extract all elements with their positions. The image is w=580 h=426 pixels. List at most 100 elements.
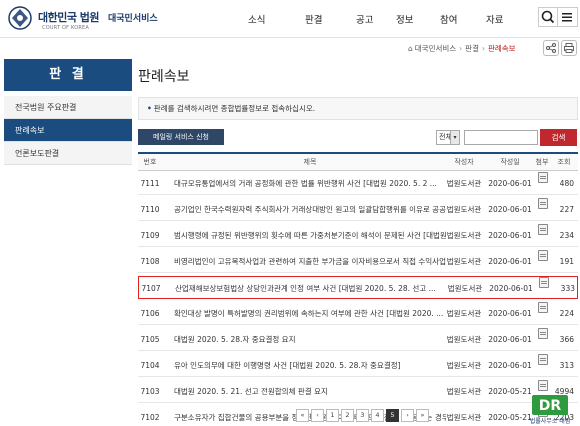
row-author: 법원도서관 <box>446 387 482 396</box>
attachment-icon[interactable] <box>538 380 548 391</box>
home-icon[interactable]: ⌂ <box>408 44 413 53</box>
row-date: 2020-06-01 <box>488 179 532 188</box>
attachment-icon[interactable] <box>538 354 548 365</box>
breadcrumb-current: 판례속보 <box>487 44 516 53</box>
mailing-service-button[interactable]: 메일링 서비스 신청 <box>138 129 224 145</box>
row-date: 2020-06-01 <box>488 335 532 344</box>
nav-info[interactable]: 정보 <box>396 12 413 26</box>
attachment-icon[interactable] <box>538 172 548 183</box>
page-button[interactable]: 4 <box>371 409 384 422</box>
col-header-number: 번호 <box>143 158 157 166</box>
logo-title[interactable]: 대한민국 법원 <box>38 9 100 25</box>
row-views: 313 <box>559 361 574 370</box>
search-submit-button[interactable]: 검색 <box>540 129 577 146</box>
breadcrumb-item[interactable]: 대국민서비스 <box>415 44 456 53</box>
col-header-author: 작성자 <box>454 158 474 166</box>
row-title-link[interactable]: 대법원 2020. 5. 21. 선고 전원합의체 판결 요지 <box>174 380 446 403</box>
sidebar-title: 판 결 <box>4 59 132 91</box>
row-title-link[interactable]: 공기업인 한국수력원자력 주식회사가 거래상대방인 원고의 일괄담합행위를 이유… <box>174 198 446 221</box>
row-title-link[interactable]: 유아 인도의무에 대한 이행명령 사건 [대법원 2020. 5. 28.자 중… <box>174 354 446 377</box>
row-date: 2020-06-01 <box>488 205 532 214</box>
page-button[interactable]: 3 <box>356 409 369 422</box>
table-row[interactable]: 7109 범시행령에 규정된 위반행위의 횟수에 따른 가중처분기준이 해석이 문… <box>138 224 578 247</box>
row-number: 7110 <box>140 205 160 214</box>
row-title-link[interactable]: 비영리법인이 고유목적사업과 관련하여 지출한 부가금을 이자비용으로서 직접 … <box>174 250 446 273</box>
share-button[interactable] <box>543 40 559 56</box>
next-page-button[interactable]: › <box>401 409 414 422</box>
logo-subtitle: COURT OF KOREA <box>42 25 90 31</box>
row-number: 7107 <box>141 284 161 293</box>
print-button[interactable] <box>561 40 577 56</box>
court-emblem-icon[interactable] <box>4 3 36 33</box>
row-views: 227 <box>559 205 574 214</box>
row-author: 법원도서관 <box>446 413 482 422</box>
row-title-link[interactable]: 범시행령에 규정된 위반행위의 횟수에 따른 가중처분기준이 해석이 문제된 사… <box>174 224 446 247</box>
current-page-button[interactable]: 5 <box>386 409 399 422</box>
row-author: 법원도서관 <box>446 335 482 344</box>
row-number: 7103 <box>140 387 160 396</box>
page-button[interactable]: 2 <box>341 409 354 422</box>
breadcrumb: ⌂ 대국민서비스 › 판결 › 판례속보 <box>408 43 516 54</box>
table-row[interactable]: 7108 비영리법인이 고유목적사업과 관련하여 지출한 부가금을 이자비용으로서… <box>138 250 578 273</box>
table-row[interactable]: 7104 유아 인도의무에 대한 이행명령 사건 [대법원 2020. 5. 28… <box>138 354 578 377</box>
row-number: 7108 <box>140 257 160 266</box>
row-number: 7109 <box>140 231 160 240</box>
svg-text:법률사무소 대림: 법률사무소 대림 <box>530 417 571 425</box>
page-button[interactable]: 1 <box>326 409 339 422</box>
search-button[interactable] <box>538 7 558 27</box>
row-author: 법원도서관 <box>446 361 482 370</box>
table-row[interactable]: 7105 대법원 2020. 5. 28.자 중요결정 요지 법원도서관 2020-0… <box>138 328 578 351</box>
attachment-icon[interactable] <box>538 224 548 235</box>
menu-button[interactable] <box>558 7 578 27</box>
attachment-icon[interactable] <box>538 198 548 209</box>
search-icon <box>541 10 555 24</box>
main-nav: 소식 판결 공고 정보 참여 자료 <box>248 12 518 26</box>
row-views: 224 <box>559 309 574 318</box>
row-title-link[interactable]: 대법원 2020. 5. 28.자 중요결정 요지 <box>174 328 446 351</box>
top-header: 대한민국 법원 COURT OF KOREA 대국민서비스 소식 판결 공고 정… <box>0 0 580 38</box>
row-title-link[interactable]: 산업재해보상보험법상 상당인과관계 인정 여부 사건 [대법원 2020. 5.… <box>175 277 447 300</box>
attachment-icon[interactable] <box>539 277 549 288</box>
row-title-link[interactable]: 대규모유통업에서의 거래 공정화에 관한 법률 위반행위 사건 [대법원 202… <box>174 172 446 195</box>
breadcrumb-separator: › <box>459 44 463 53</box>
table-row[interactable]: 7103 대법원 2020. 5. 21. 선고 전원합의체 판결 요지 법원도서관… <box>138 380 578 403</box>
page-title: 판례속보 <box>138 69 190 85</box>
nav-notice[interactable]: 공고 <box>356 12 373 26</box>
row-author: 법원도서관 <box>446 179 482 188</box>
table-row[interactable]: 7110 공기업인 한국수력원자력 주식회사가 거래상대방인 원고의 일괄담합행위… <box>138 198 578 221</box>
table-row-highlighted[interactable]: 7107 산업재해보상보험법상 상당인과관계 인정 여부 사건 [대법원 2020… <box>138 276 578 299</box>
nav-news[interactable]: 소식 <box>248 12 265 26</box>
menu-icon <box>562 13 572 22</box>
first-page-button[interactable]: « <box>296 409 309 422</box>
nav-participation[interactable]: 참여 <box>440 12 457 26</box>
col-header-title: 제목 <box>303 158 317 166</box>
row-views: 191 <box>559 257 574 266</box>
row-title-link[interactable]: 확인대상 발명이 특허발명의 권리범위에 속하는지 여부에 관한 사건 [대법원… <box>174 302 446 325</box>
table-row[interactable]: 7111 대규모유통업에서의 거래 공정화에 관한 법률 위반행위 사건 [대법원… <box>138 172 578 195</box>
search-input[interactable] <box>464 130 538 145</box>
sidebar-item-press-judgments[interactable]: 언론보도판결 <box>4 142 132 165</box>
col-header-attachment: 첨부 <box>535 158 549 166</box>
row-views: 480 <box>559 179 574 188</box>
sidebar-item-major-judgments[interactable]: 전국법원 주요판결 <box>4 96 132 119</box>
last-page-button[interactable]: » <box>416 409 429 422</box>
attachment-icon[interactable] <box>538 328 548 339</box>
notice-box: • 판례를 검색하시려면 종합법률정보로 접속하십시오. <box>138 97 578 120</box>
nav-resources[interactable]: 자료 <box>486 12 503 26</box>
svg-text:DR: DR <box>539 398 562 414</box>
row-date: 2020-06-01 <box>488 257 532 266</box>
attachment-icon[interactable] <box>538 302 548 313</box>
row-date: 2020-06-01 <box>488 231 532 240</box>
search-scope-select[interactable]: 전체 ▾ <box>436 130 460 145</box>
breadcrumb-item[interactable]: 판결 <box>465 44 479 53</box>
row-author: 법원도서관 <box>447 284 483 293</box>
site-name[interactable]: 대국민서비스 <box>108 11 158 24</box>
print-icon <box>564 43 574 53</box>
chevron-down-icon: ▾ <box>450 131 459 144</box>
prev-page-button[interactable]: ‹ <box>311 409 324 422</box>
table-row[interactable]: 7106 확인대상 발명이 특허발명의 권리범위에 속하는지 여부에 관한 사건 … <box>138 302 578 325</box>
nav-judgment[interactable]: 판결 <box>305 12 322 26</box>
sidebar-item-case-news[interactable]: 판례속보 <box>4 119 132 142</box>
row-author: 법원도서관 <box>446 257 482 266</box>
attachment-icon[interactable] <box>538 250 548 261</box>
